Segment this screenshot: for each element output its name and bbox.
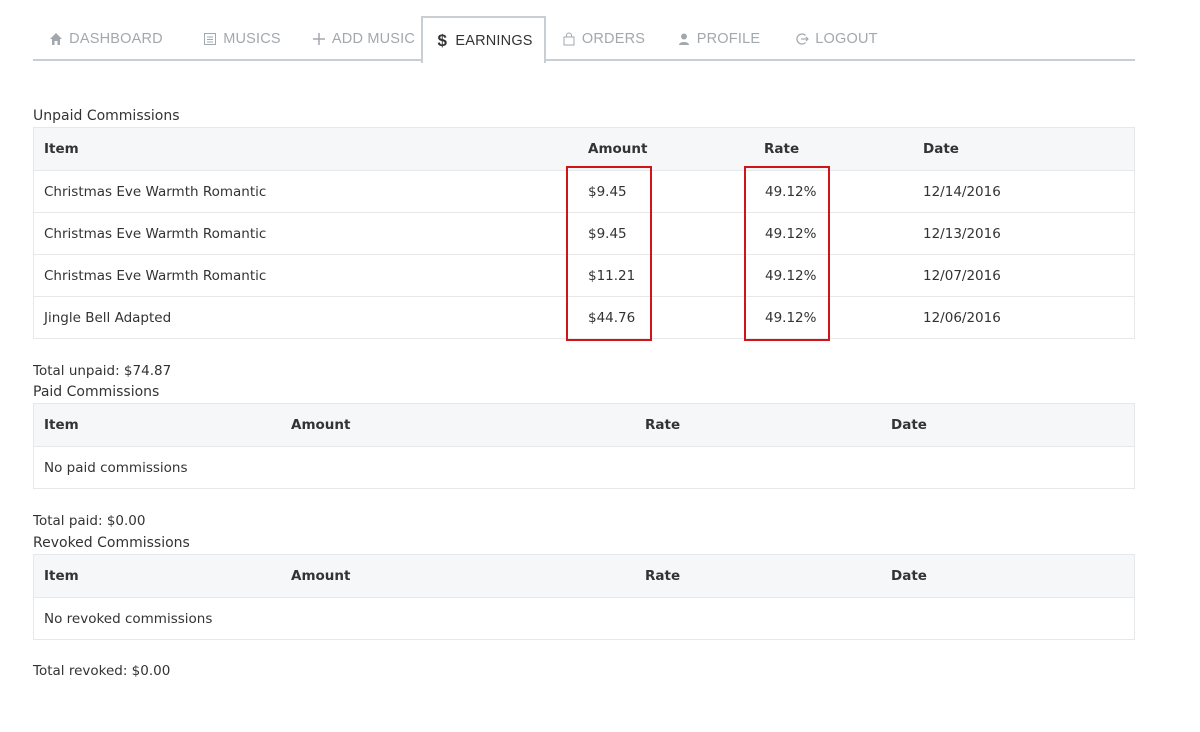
- revoked-commissions-table: Item Amount Rate Date No revoked commiss…: [33, 554, 1135, 640]
- total-paid: Total paid: $0.00: [33, 513, 146, 529]
- header-item: Item: [44, 568, 79, 584]
- tab-profile[interactable]: PROFILE: [660, 16, 776, 61]
- header-date: Date: [923, 141, 959, 157]
- tab-orders-label: ORDERS: [581, 30, 646, 47]
- dollar-icon: $: [437, 30, 448, 50]
- tab-logout[interactable]: LOGOUT: [776, 16, 896, 61]
- total-revoked: Total revoked: $0.00: [33, 663, 171, 679]
- header-item: Item: [44, 141, 79, 157]
- header-rate: Rate: [764, 141, 800, 157]
- table-row-empty: No revoked commissions: [34, 597, 1134, 639]
- nav-tabs: DASHBOARD MUSICS ADD MUSIC $ EARNINGS OR…: [33, 16, 1135, 65]
- header-rate: Rate: [645, 417, 681, 433]
- list-icon: [202, 31, 218, 47]
- unpaid-commissions-title: Unpaid Commissions: [33, 108, 180, 124]
- tab-profile-label: PROFILE: [696, 30, 761, 47]
- table-row-empty: No paid commissions: [34, 446, 1134, 488]
- cell-date: 12/14/2016: [923, 183, 1001, 200]
- cell-item: Christmas Eve Warmth Romantic: [44, 183, 267, 200]
- table-header-row: Item Amount Rate Date: [34, 128, 1134, 170]
- tab-dashboard[interactable]: DASHBOARD: [33, 16, 178, 61]
- cell-date: 12/07/2016: [923, 267, 1001, 284]
- bag-icon: [561, 31, 577, 47]
- tab-logout-label: LOGOUT: [815, 30, 878, 47]
- rate-highlight-box: [744, 166, 830, 341]
- user-icon: [676, 31, 692, 47]
- cell-item: Christmas Eve Warmth Romantic: [44, 225, 267, 242]
- paid-commissions-title: Paid Commissions: [33, 384, 160, 400]
- header-date: Date: [891, 568, 927, 584]
- cell-item: Christmas Eve Warmth Romantic: [44, 267, 267, 284]
- amount-highlight-box: [566, 166, 652, 341]
- tab-earnings-label: EARNINGS: [455, 32, 533, 49]
- tab-earnings[interactable]: $ EARNINGS: [421, 16, 546, 65]
- tab-add-music[interactable]: ADD MUSIC: [305, 16, 421, 61]
- logout-icon: [794, 31, 810, 47]
- cell-date: 12/13/2016: [923, 225, 1001, 242]
- tab-musics-label: MUSICS: [223, 30, 281, 47]
- home-icon: [48, 31, 64, 47]
- tab-add-music-label: ADD MUSIC: [331, 30, 416, 47]
- header-item: Item: [44, 417, 79, 433]
- plus-icon: [311, 31, 327, 47]
- cell-item: Jingle Bell Adapted: [44, 309, 172, 326]
- tab-dashboard-label: DASHBOARD: [69, 30, 163, 47]
- empty-message: No revoked commissions: [44, 610, 213, 627]
- header-amount: Amount: [588, 141, 648, 157]
- header-amount: Amount: [291, 417, 351, 433]
- empty-message: No paid commissions: [44, 459, 188, 476]
- revoked-commissions-title: Revoked Commissions: [33, 535, 190, 551]
- header-date: Date: [891, 417, 927, 433]
- header-rate: Rate: [645, 568, 681, 584]
- paid-commissions-table: Item Amount Rate Date No paid commission…: [33, 403, 1135, 489]
- table-header-row: Item Amount Rate Date: [34, 404, 1134, 446]
- cell-date: 12/06/2016: [923, 309, 1001, 326]
- tab-orders[interactable]: ORDERS: [546, 16, 660, 61]
- header-amount: Amount: [291, 568, 351, 584]
- tab-musics[interactable]: MUSICS: [178, 16, 305, 61]
- total-unpaid: Total unpaid: $74.87: [33, 363, 172, 379]
- table-header-row: Item Amount Rate Date: [34, 555, 1134, 597]
